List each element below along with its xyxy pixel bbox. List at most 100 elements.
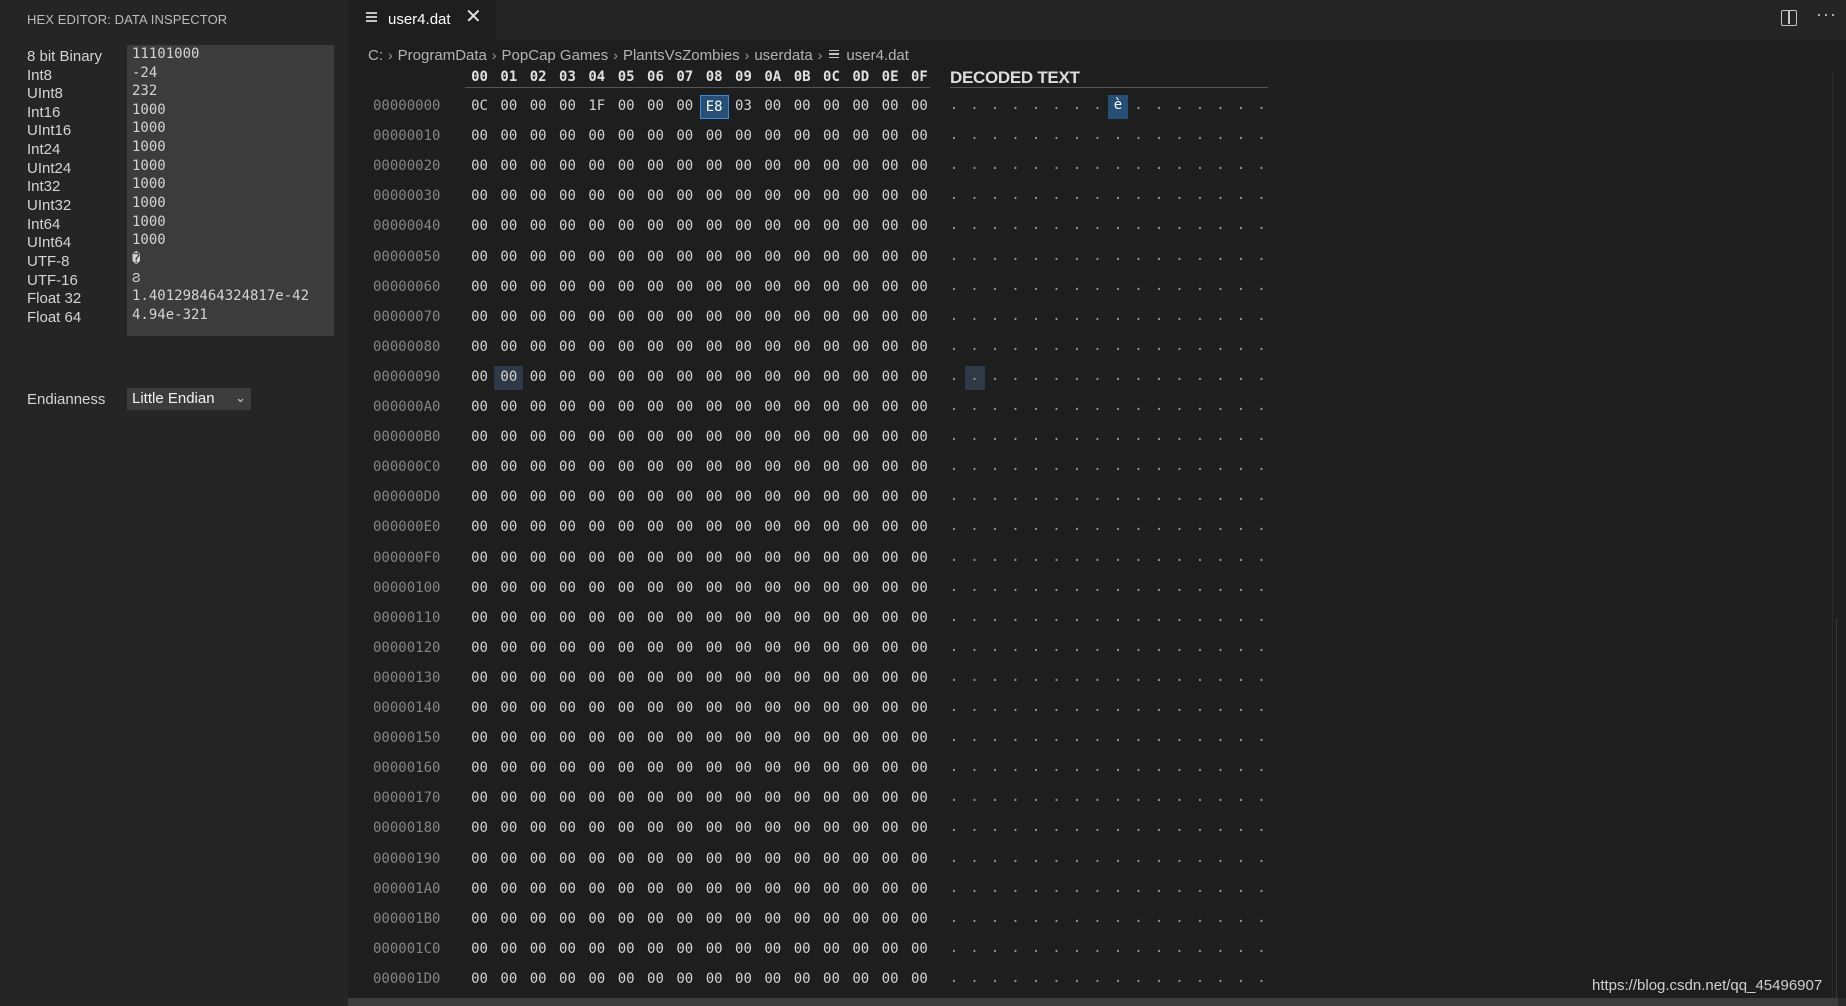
hex-byte[interactable]: 00 [465,787,494,811]
hex-byte[interactable]: 00 [641,577,670,601]
hex-byte[interactable]: 00 [817,727,846,751]
decoded-char[interactable]: . [1231,426,1251,450]
decoded-char[interactable]: . [1088,366,1108,390]
decoded-char[interactable]: . [1026,125,1046,149]
hex-byte[interactable]: 00 [553,547,582,571]
hex-byte[interactable]: 00 [729,456,758,480]
decoded-char[interactable]: . [1067,366,1087,390]
decoded-char[interactable]: . [1026,306,1046,330]
hex-byte[interactable]: 00 [582,396,611,420]
decoded-char[interactable]: . [1067,426,1087,450]
hex-byte[interactable]: 00 [758,637,787,661]
decoded-char[interactable]: . [1108,577,1128,601]
hex-byte[interactable]: 00 [846,486,875,510]
decoded-char[interactable]: . [1129,185,1149,209]
vertical-scrollbar[interactable] [1832,70,1846,1006]
decoded-char[interactable]: . [985,968,1005,992]
hex-byte[interactable]: 00 [817,667,846,691]
decoded-char[interactable]: . [1047,607,1067,631]
hex-byte[interactable]: 00 [729,848,758,872]
decoded-char[interactable]: . [1149,667,1169,691]
hex-byte[interactable]: 00 [494,396,523,420]
decoded-char[interactable]: . [1149,306,1169,330]
hex-byte[interactable]: 00 [582,637,611,661]
decoded-char[interactable]: . [1088,697,1108,721]
hex-byte[interactable]: 00 [846,547,875,571]
hex-byte[interactable]: 00 [876,366,905,390]
decoded-char[interactable]: . [1149,848,1169,872]
decoded-char[interactable]: . [1108,938,1128,962]
decoded-char[interactable]: . [1211,697,1231,721]
decoded-char[interactable]: . [1026,215,1046,239]
decoded-char[interactable]: . [965,607,985,631]
hex-byte[interactable]: 00 [465,366,494,390]
hex-byte[interactable]: 00 [905,607,934,631]
hex-byte[interactable]: 00 [524,878,553,902]
decoded-char[interactable]: . [1088,637,1108,661]
decoded-char[interactable]: . [944,125,964,149]
hex-byte[interactable]: 00 [846,155,875,179]
hex-byte[interactable]: 00 [788,95,817,119]
hex-byte[interactable]: 00 [758,155,787,179]
hex-byte[interactable]: 00 [465,246,494,270]
hex-byte[interactable]: 00 [876,757,905,781]
hex-byte[interactable]: 00 [700,787,729,811]
decoded-char[interactable]: . [1190,125,1210,149]
decoded-char[interactable]: . [1149,95,1169,119]
decoded-char[interactable]: . [1067,787,1087,811]
decoded-char[interactable]: . [1149,185,1169,209]
breadcrumb-item-drive[interactable]: C: [368,47,383,64]
decoded-char[interactable]: . [944,426,964,450]
decoded-char[interactable]: . [965,396,985,420]
decoded-char[interactable]: . [1252,155,1272,179]
hex-byte[interactable]: 00 [494,185,523,209]
decoded-char[interactable]: . [1231,366,1251,390]
decoded-char[interactable]: . [1026,938,1046,962]
hex-byte[interactable]: 00 [729,727,758,751]
hex-byte[interactable]: 00 [729,607,758,631]
decoded-char[interactable]: . [1088,547,1108,571]
hex-byte[interactable]: 00 [817,215,846,239]
decoded-char[interactable]: . [1149,366,1169,390]
hex-byte[interactable]: 00 [729,757,758,781]
hex-byte[interactable]: 00 [729,968,758,992]
decoded-char[interactable]: . [965,125,985,149]
hex-byte[interactable]: 00 [553,125,582,149]
decoded-char[interactable]: . [1149,547,1169,571]
hex-byte[interactable]: 00 [876,787,905,811]
decoded-char[interactable]: . [1211,787,1231,811]
decoded-char[interactable]: . [1149,727,1169,751]
decoded-char[interactable]: . [1047,878,1067,902]
decoded-char[interactable]: . [1190,95,1210,119]
hex-byte[interactable]: 00 [758,366,787,390]
decoded-char[interactable]: . [1129,426,1149,450]
decoded-char[interactable]: . [1047,637,1067,661]
decoded-char[interactable]: . [1067,848,1087,872]
hex-byte[interactable]: 00 [494,336,523,360]
decoded-char[interactable]: . [1026,757,1046,781]
hex-byte[interactable]: 00 [817,757,846,781]
hex-byte[interactable]: 00 [846,848,875,872]
decoded-char[interactable]: . [1006,697,1026,721]
decoded-char[interactable]: . [1170,456,1190,480]
decoded-char[interactable]: . [1006,938,1026,962]
hex-byte[interactable]: 00 [905,516,934,540]
hex-byte[interactable]: 00 [788,155,817,179]
decoded-char[interactable]: . [1129,547,1149,571]
hex-byte[interactable]: 00 [700,848,729,872]
decoded-char[interactable]: . [1067,486,1087,510]
decoded-char[interactable]: . [1190,697,1210,721]
hex-byte[interactable]: 00 [553,516,582,540]
decoded-char[interactable]: . [985,396,1005,420]
decoded-char[interactable]: . [944,155,964,179]
decoded-char[interactable]: . [1170,878,1190,902]
decoded-char[interactable]: . [1170,667,1190,691]
hex-byte[interactable]: 00 [758,938,787,962]
hex-byte[interactable]: 00 [788,486,817,510]
hex-byte[interactable]: 00 [729,125,758,149]
decoded-char[interactable]: . [965,968,985,992]
hex-byte[interactable]: 00 [905,817,934,841]
tab-user4-dat[interactable]: user4.dat ✕ [348,0,496,40]
hex-byte[interactable]: 00 [670,787,699,811]
decoded-char[interactable]: . [1006,426,1026,450]
